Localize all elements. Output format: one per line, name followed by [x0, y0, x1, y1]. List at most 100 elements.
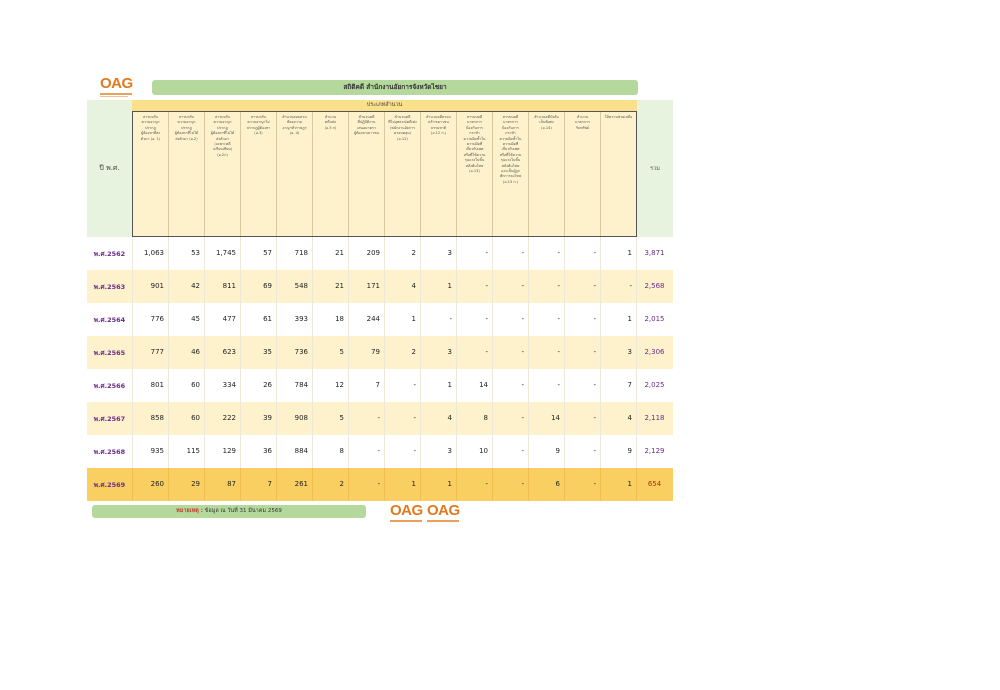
value-cell: 3 [420, 237, 456, 270]
value-cell: 1,063 [132, 237, 168, 270]
category-header: สำนวน มาตรการ รับทรัพย์ [565, 112, 601, 236]
year-cell: พ.ศ.2562 [93, 249, 126, 258]
table-row: พ.ศ.2563 901 42 811 69 548 21 171 4 1 - … [87, 270, 673, 303]
value-cell: - [492, 336, 528, 369]
value-cell: - [384, 402, 420, 435]
value-cell: 4 [600, 402, 636, 435]
category-headers: สารบบรับ ความอาญา ปรากฎ ผู้ต้องหาที่ส่ง … [132, 111, 637, 237]
category-header: ให้ความช่วยเหลือ [604, 115, 633, 119]
logo-text: OAG [100, 75, 133, 92]
value-cell: 393 [276, 303, 312, 336]
value-cell: 244 [348, 303, 384, 336]
value-cell: 776 [132, 303, 168, 336]
page-title: สถิติคดี สำนักงานอัยการจังหวัดไชยา [152, 80, 638, 95]
value-cell: - [456, 336, 492, 369]
value-cell: 46 [168, 336, 204, 369]
value-cell: 1,745 [204, 237, 240, 270]
footnote-label: หมายเหตุ : [176, 508, 203, 514]
value-cell: - [564, 468, 600, 501]
year-cell: พ.ศ.2564 [93, 315, 126, 324]
category-header: สารบบรับ ความอาญา ปรากฎ ผู้ต้องหาที่ไม่ไ… [205, 112, 241, 236]
category-header: สารบบรับ ความอาญา ปรากฎ ผู้ต้องหาที่ส่ง … [133, 112, 169, 236]
value-cell: 3 [420, 336, 456, 369]
value-cell: - [564, 336, 600, 369]
table-row-highlighted: พ.ศ.2569 260 29 87 7 261 2 - 1 1 - - 6 -… [87, 468, 673, 501]
value-cell: 21 [312, 270, 348, 303]
total-cell: 3,871 [636, 237, 672, 270]
value-cell: 858 [132, 402, 168, 435]
value-cell: 60 [168, 369, 204, 402]
table-row: พ.ศ.2565 777 46 623 35 736 5 79 2 3 - - … [87, 336, 673, 369]
value-cell: - [492, 270, 528, 303]
value-cell: - [564, 237, 600, 270]
value-cell: - [528, 369, 564, 402]
category-group-header: ประเภทสำนวน [132, 100, 637, 111]
total-cell: 2,118 [636, 402, 672, 435]
table-row: พ.ศ.2567 858 60 222 39 908 5 - - 4 8 - 1… [87, 402, 673, 435]
category-header: สำนวน คดีแพ่ง (อ.5 ก) [313, 112, 349, 236]
year-cell: พ.ศ.2563 [93, 282, 126, 291]
category-header: สำนวนคดีครอบ ครัวฯเยาวชน ธรรมชาติ (อ.12 … [421, 112, 457, 236]
value-cell: - [348, 468, 384, 501]
value-cell: - [348, 402, 384, 435]
total-cell: 2,025 [636, 369, 672, 402]
value-cell: 209 [348, 237, 384, 270]
value-cell: 53 [168, 237, 204, 270]
value-cell: 29 [168, 468, 204, 501]
value-cell: 1 [600, 237, 636, 270]
value-cell: 7 [240, 468, 276, 501]
value-cell: - [492, 237, 528, 270]
year-cell: พ.ศ.2565 [93, 348, 126, 357]
value-cell: 548 [276, 270, 312, 303]
value-cell: - [492, 303, 528, 336]
value-cell: 5 [312, 402, 348, 435]
value-cell: - [492, 468, 528, 501]
year-column-header: ปี พ.ศ. [87, 100, 132, 237]
total-cell: 2,568 [636, 270, 672, 303]
value-cell: 87 [204, 468, 240, 501]
table-body: พ.ศ.2562 1,063 53 1,745 57 718 21 209 2 … [87, 237, 673, 501]
logo-text: OAG [427, 502, 460, 519]
value-cell: 115 [168, 435, 204, 468]
value-cell: 334 [204, 369, 240, 402]
table-row: พ.ศ.2568 935 115 129 36 884 8 - - 3 10 -… [87, 435, 673, 468]
value-cell: 10 [456, 435, 492, 468]
category-header: สารบบคดี มาตรการ ป้องกันการ กระทำ ความผิ… [493, 112, 529, 236]
logo-underline [100, 93, 132, 95]
value-cell: - [600, 270, 636, 303]
value-cell: 5 [312, 336, 348, 369]
value-cell: 3 [600, 336, 636, 369]
footnote-text: ข้อมูล ณ วันที่ 31 มีนาคม 2569 [204, 508, 282, 514]
value-cell: 60 [168, 402, 204, 435]
value-cell: 18 [312, 303, 348, 336]
value-cell: 14 [456, 369, 492, 402]
value-cell: 718 [276, 237, 312, 270]
value-cell: 12 [312, 369, 348, 402]
value-cell: 7 [348, 369, 384, 402]
value-cell: 261 [276, 468, 312, 501]
value-cell: 2 [384, 237, 420, 270]
value-cell: 1 [384, 303, 420, 336]
category-header: สำนวนสอบสวน ฟ้องความ อาญาทั่วราษฎร (อ. 4… [277, 112, 313, 236]
value-cell: - [564, 303, 600, 336]
value-cell: 222 [204, 402, 240, 435]
value-cell: - [564, 402, 600, 435]
table-row: พ.ศ.2566 801 60 334 26 784 12 7 - 1 14 -… [87, 369, 673, 402]
value-cell: 1 [600, 468, 636, 501]
value-cell: 79 [348, 336, 384, 369]
oag-logo: OAG [427, 503, 460, 522]
value-cell: 1 [420, 468, 456, 501]
value-cell: 1 [600, 303, 636, 336]
value-cell: 260 [132, 468, 168, 501]
value-cell: 784 [276, 369, 312, 402]
value-cell: - [348, 435, 384, 468]
value-cell: - [492, 435, 528, 468]
value-cell: 623 [204, 336, 240, 369]
value-cell: 8 [456, 402, 492, 435]
value-cell: 42 [168, 270, 204, 303]
category-header: สารบบรับ ความอาญา ปรากฎ ผู้ต้องหาที่ไม่ไ… [169, 112, 205, 236]
footnote: หมายเหตุ : ข้อมูล ณ วันที่ 31 มีนาคม 256… [92, 505, 366, 518]
value-cell: 801 [132, 369, 168, 402]
value-cell: - [456, 237, 492, 270]
logo-underline-small [100, 96, 128, 97]
